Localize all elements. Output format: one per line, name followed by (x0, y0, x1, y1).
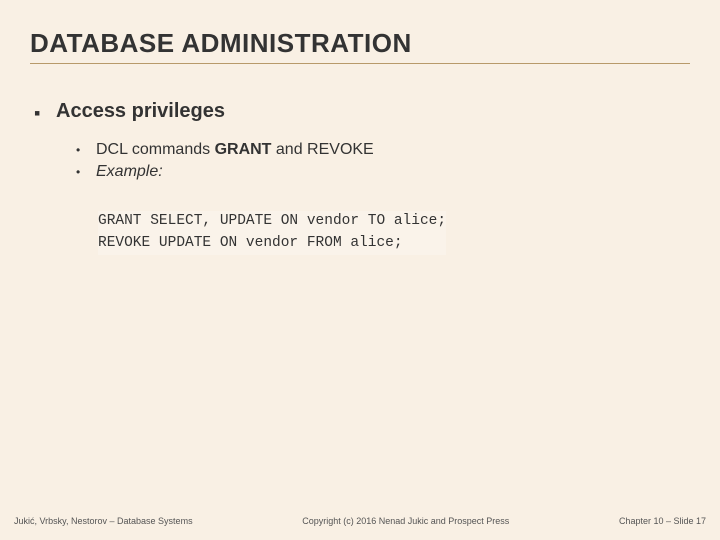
code-line: GRANT SELECT, UPDATE ON vendor TO alice; (98, 211, 446, 233)
bullet-text: Access privileges (56, 100, 225, 123)
slide: DATABASE ADMINISTRATION ▪ Access privile… (0, 0, 720, 540)
text-fragment: DCL commands (96, 141, 215, 158)
code-line: REVOKE UPDATE ON vendor FROM alice; (98, 233, 446, 255)
content-area: DATABASE ADMINISTRATION ▪ Access privile… (0, 0, 720, 255)
footer-copyright: Copyright (c) 2016 Nenad Jukic and Prosp… (193, 516, 619, 526)
slide-footer: Jukić, Vrbsky, Nestorov – Database Syste… (0, 516, 720, 526)
bullet-text-italic: Example: (96, 163, 163, 181)
text-fragment: and REVOKE (271, 141, 373, 158)
slide-body: ▪ Access privileges • DCL commands GRANT… (30, 64, 690, 255)
text-strong: GRANT (215, 141, 272, 158)
bullet-level-2: • Example: (76, 163, 686, 181)
dot-bullet-icon: • (76, 165, 96, 179)
footer-authors: Jukić, Vrbsky, Nestorov – Database Syste… (14, 516, 193, 526)
bullet-level-2: • DCL commands GRANT and REVOKE (76, 141, 686, 159)
square-bullet-icon: ▪ (34, 104, 56, 122)
bullet-text: DCL commands GRANT and REVOKE (96, 141, 374, 159)
slide-title: DATABASE ADMINISTRATION (30, 28, 690, 64)
code-block: GRANT SELECT, UPDATE ON vendor TO alice;… (98, 211, 446, 255)
footer-slide-number: Chapter 10 – Slide 17 (619, 516, 706, 526)
dot-bullet-icon: • (76, 143, 96, 157)
bullet-level-1: ▪ Access privileges (34, 100, 686, 123)
sub-bullet-list: • DCL commands GRANT and REVOKE • Exampl… (34, 135, 686, 181)
